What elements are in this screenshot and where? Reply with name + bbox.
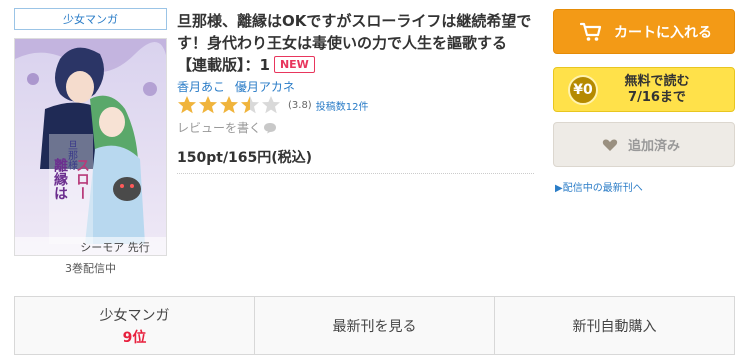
svg-text:シーモア 先行: シーモア 先行 — [80, 241, 150, 254]
write-review-label[interactable]: レビューを書く — [177, 119, 261, 136]
rating-value: (3.8) — [288, 99, 312, 111]
star-empty-icon — [262, 96, 280, 114]
free-until-date[interactable]: 7/16まで — [612, 90, 702, 106]
authors: 香月あこ 優月アカネ — [177, 78, 301, 95]
auto-purchase-button[interactable]: 新刊自動購入 — [495, 297, 734, 354]
star-half-icon — [241, 96, 259, 114]
rating: (3.8) 投稿数12件 — [177, 95, 368, 115]
cover-illustration: 旦那様 離縁は スロー シーモア 先行 — [15, 39, 166, 255]
rating-stars — [177, 95, 282, 115]
svg-text:スロー: スロー — [74, 158, 90, 200]
view-latest-label[interactable]: 最新刊を見る — [333, 316, 417, 336]
cart-icon — [580, 22, 602, 41]
star-full-icon — [178, 96, 196, 114]
book-title-text[interactable]: 旦那様、離縁はOKですがスローライフは継続希望です！身代わり王女は毒使いの力で人… — [177, 12, 531, 74]
bottom-bar: 少女マンガ 9位 最新刊を見る 新刊自動購入 — [14, 296, 735, 355]
ranking-value[interactable]: 9位 — [123, 327, 147, 347]
author-link[interactable]: 香月あこ — [177, 80, 225, 94]
add-to-cart-button[interactable]: カートに入れる — [553, 9, 735, 54]
review-count-link[interactable]: 投稿数12件 — [316, 98, 369, 113]
added-label[interactable]: 追加済み — [628, 135, 680, 154]
star-full-icon — [220, 96, 238, 114]
view-latest-button[interactable]: 最新刊を見る — [255, 297, 495, 354]
price: 150pt/165円(税込) — [177, 150, 313, 166]
read-free-label[interactable]: 無料で読む — [612, 74, 702, 90]
read-free-text[interactable]: 無料で読む 7/16まで — [612, 74, 702, 106]
svg-text:離縁は: 離縁は — [52, 157, 68, 200]
ranking-cell[interactable]: 少女マンガ 9位 — [15, 297, 255, 354]
auto-purchase-label[interactable]: 新刊自動購入 — [573, 316, 657, 336]
volumes-available: 3巻配信中 — [65, 262, 116, 275]
new-badge: NEW — [273, 56, 315, 73]
star-full-icon — [199, 96, 217, 114]
comment-bubble-icon — [264, 122, 277, 133]
divider — [177, 173, 534, 174]
latest-volume-link[interactable]: ▶配信中の最新刊へ — [555, 179, 643, 194]
write-review-link[interactable]: レビューを書く — [177, 119, 277, 136]
heart-icon — [602, 139, 618, 151]
book-title[interactable]: 旦那様、離縁はOKですがスローライフは継続希望です！身代わり王女は毒使いの力で人… — [177, 10, 537, 76]
book-cover-image[interactable]: 旦那様 離縁は スロー シーモア 先行 — [14, 38, 167, 256]
yen-coin-icon: ¥0 — [568, 74, 598, 105]
ranking-genre[interactable]: 少女マンガ — [100, 305, 170, 325]
added-to-favorites-button[interactable]: 追加済み — [553, 122, 735, 167]
add-to-cart-label[interactable]: カートに入れる — [614, 22, 712, 42]
read-free-button[interactable]: ¥0 無料で読む 7/16まで — [553, 67, 735, 112]
author-link[interactable]: 優月アカネ — [235, 80, 295, 94]
genre-tag[interactable]: 少女マンガ — [14, 8, 167, 30]
